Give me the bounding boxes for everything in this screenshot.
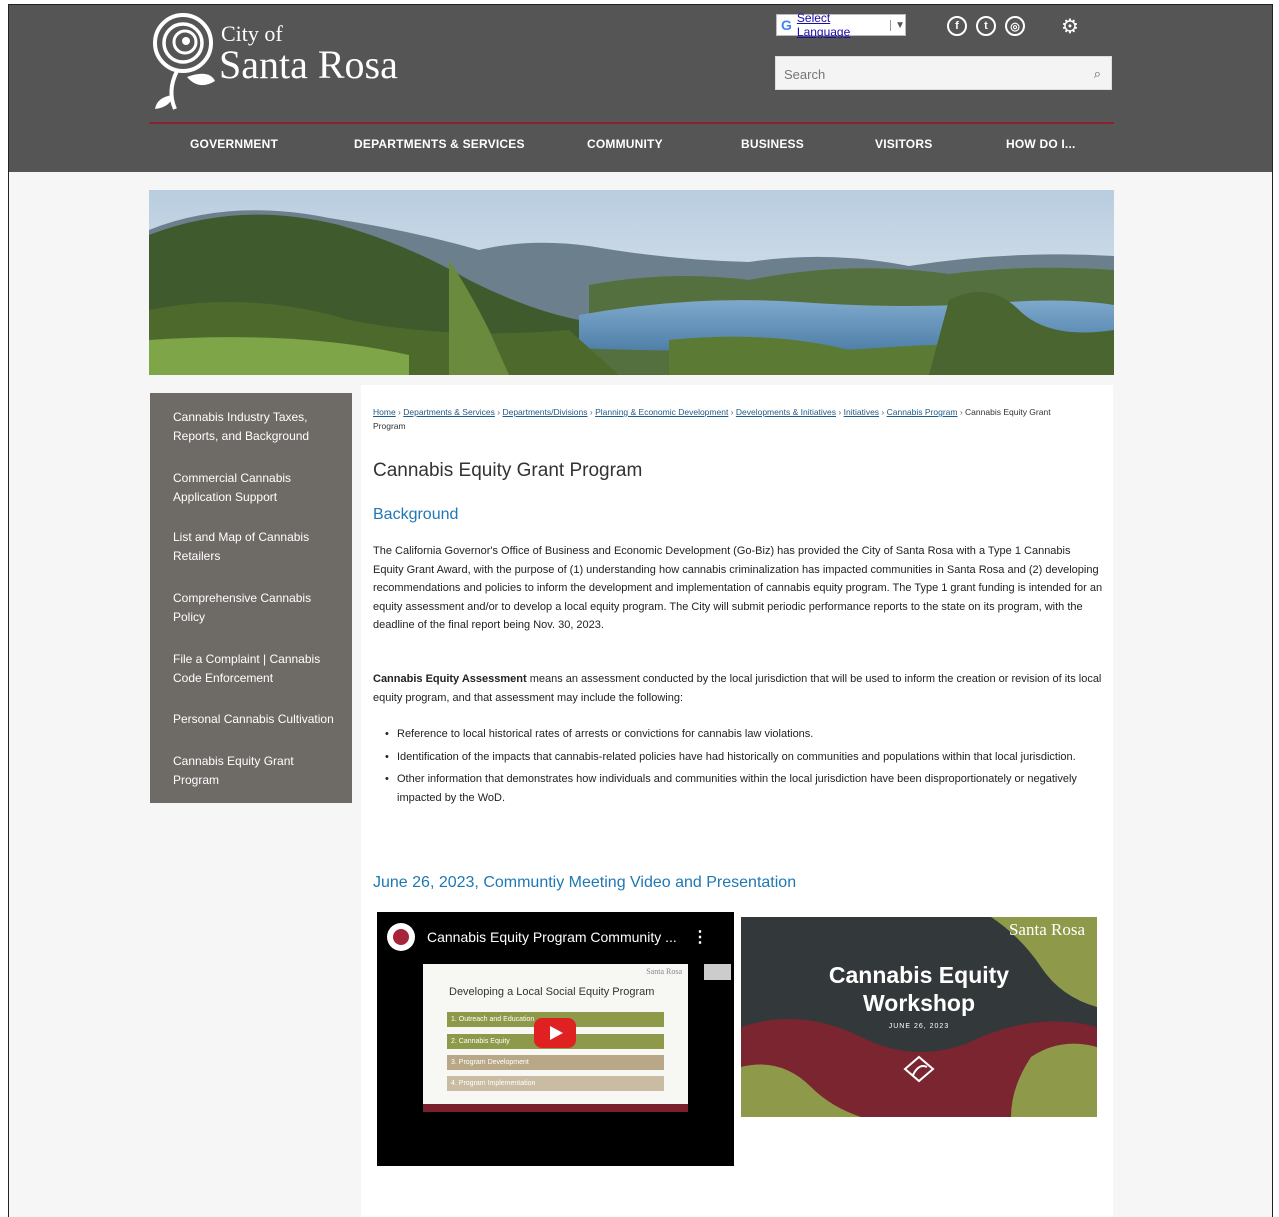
- breadcrumb-departments-divisions[interactable]: Departments/Divisions: [502, 407, 587, 417]
- nav-departments-services[interactable]: DEPARTMENTS & SERVICES: [354, 137, 525, 151]
- breadcrumb-home[interactable]: Home: [373, 407, 396, 417]
- background-heading: Background: [373, 506, 459, 523]
- site-logo[interactable]: City of Santa Rosa: [147, 11, 417, 111]
- breadcrumb-departments-services[interactable]: Departments & Services: [403, 407, 495, 417]
- language-selector[interactable]: G Select Language ▼: [776, 11, 906, 39]
- channel-avatar[interactable]: [387, 923, 415, 951]
- sidebar-item-complaint[interactable]: File a Complaint | Cannabis Code Enforce…: [173, 650, 343, 688]
- workshop-logo: Santa Rosa: [1008, 920, 1085, 939]
- list-item: Other information that demonstrates how …: [383, 770, 1103, 807]
- breadcrumb-planning[interactable]: Planning & Economic Development: [595, 407, 728, 417]
- nav-government[interactable]: GOVERNMENT: [190, 137, 278, 151]
- workshop-title-line1: Cannabis Equity: [828, 962, 1010, 988]
- logo-name-text: Santa Rosa: [219, 42, 398, 87]
- google-icon: G: [781, 17, 792, 33]
- search-input[interactable]: [776, 57, 1076, 91]
- slide-footer: [423, 1104, 688, 1112]
- main-nav: GOVERNMENT DEPARTMENTS & SERVICES COMMUN…: [149, 133, 1114, 159]
- twitter-icon[interactable]: t: [976, 16, 996, 36]
- workshop-title: Cannabis Equity Workshop: [741, 961, 1097, 1017]
- sidebar-item-equity-grant[interactable]: Cannabis Equity Grant Program: [173, 752, 343, 790]
- language-label: Select Language: [796, 11, 851, 39]
- video-header: Cannabis Equity Program Community ...: [387, 922, 677, 952]
- sidebar-item-application-support[interactable]: Commercial Cannabis Application Support: [173, 469, 343, 507]
- nav-community[interactable]: COMMUNITY: [587, 137, 663, 151]
- more-options-icon[interactable]: ⋮: [692, 927, 708, 947]
- sidebar-nav: Cannabis Industry Taxes, Reports, and Ba…: [150, 393, 352, 803]
- assessment-bold-term: Cannabis Equity Assessment: [373, 673, 527, 685]
- list-item: Reference to local historical rates of a…: [383, 725, 1103, 744]
- facebook-icon[interactable]: f: [947, 16, 967, 36]
- breadcrumb-cannabis-program[interactable]: Cannabis Program: [887, 407, 958, 417]
- assessment-paragraph: Cannabis Equity Assessment means an asse…: [373, 670, 1103, 707]
- video-title[interactable]: Cannabis Equity Program Community ...: [427, 929, 677, 945]
- assessment-list: Reference to local historical rates of a…: [383, 725, 1103, 811]
- instagram-icon[interactable]: ◎: [1005, 16, 1025, 36]
- breadcrumb: Home › Departments & Services › Departme…: [373, 407, 1051, 431]
- youtube-video-embed[interactable]: Cannabis Equity Program Community ... ⋮ …: [377, 912, 734, 1166]
- meeting-heading: June 26, 2023, Communtiy Meeting Video a…: [373, 874, 797, 891]
- page-title: Cannabis Equity Grant Program: [373, 460, 643, 481]
- breadcrumb-initiatives[interactable]: Initiatives: [844, 407, 879, 417]
- rose-logo-icon: [153, 13, 215, 110]
- workshop-title-line2: Workshop: [862, 990, 976, 1016]
- slide-logo: Santa Rosa: [646, 967, 682, 976]
- chevron-down-icon: ▼: [890, 19, 905, 31]
- nav-business[interactable]: BUSINESS: [741, 137, 804, 151]
- browser-frame: City of Santa Rosa G Select Language ▼ f…: [8, 4, 1273, 1217]
- search-box: ⌕: [775, 56, 1112, 91]
- sidebar-item-taxes[interactable]: Cannabis Industry Taxes, Reports, and Ba…: [173, 408, 343, 446]
- sidebar-item-retailers[interactable]: List and Map of Cannabis Retailers: [173, 528, 343, 566]
- presenter-thumbnail: [704, 964, 731, 980]
- slide-title: Developing a Local Social Equity Program: [449, 986, 655, 998]
- nav-visitors[interactable]: VISITORS: [875, 137, 932, 151]
- sidebar-item-cultivation[interactable]: Personal Cannabis Cultivation: [173, 710, 343, 729]
- play-button-icon[interactable]: [534, 1018, 576, 1048]
- nav-how-do-i[interactable]: HOW DO I...: [1006, 137, 1076, 151]
- breadcrumb-developments[interactable]: Developments & Initiatives: [736, 407, 836, 417]
- background-paragraph: The California Governor's Office of Busi…: [373, 545, 1103, 631]
- list-item: Identification of the impacts that canna…: [383, 748, 1103, 767]
- main-content: Home › Departments & Services › Departme…: [361, 385, 1113, 1217]
- hero-banner-image: [149, 190, 1114, 375]
- workshop-presentation-image[interactable]: Santa Rosa Cannabis Equity Workshop JUNE…: [741, 917, 1097, 1117]
- header-divider: [149, 122, 1114, 124]
- slide-item: 4. Program Implementation: [447, 1076, 664, 1091]
- sidebar-item-policy[interactable]: Comprehensive Cannabis Policy: [173, 589, 343, 627]
- slide-item: 3. Program Development: [447, 1055, 664, 1070]
- search-icon[interactable]: ⌕: [1094, 66, 1101, 82]
- site-header: City of Santa Rosa G Select Language ▼ f…: [9, 5, 1272, 172]
- workshop-date: JUNE 26, 2023: [888, 1023, 950, 1030]
- gear-icon[interactable]: ⚙: [1061, 14, 1079, 39]
